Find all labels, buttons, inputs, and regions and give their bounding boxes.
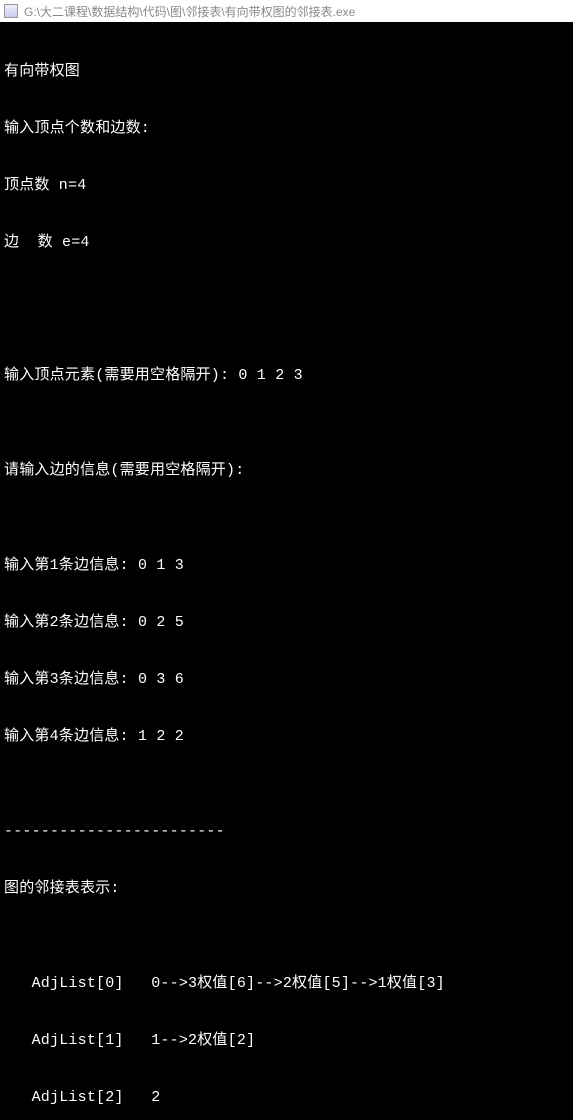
console-line: AdjList[2] 2 — [4, 1088, 573, 1107]
console-line: 请输入边的信息(需要用空格隔开): — [4, 461, 573, 480]
console-line: AdjList[1] 1-->2权值[2] — [4, 1031, 573, 1050]
console-line: 顶点数 n=4 — [4, 176, 573, 195]
console-line: 输入第2条边信息: 0 2 5 — [4, 613, 573, 632]
window-titlebar: G:\大二课程\数据结构\代码\图\邻接表\有向带权图的邻接表.exe — [0, 0, 573, 22]
console-line: 输入顶点元素(需要用空格隔开): 0 1 2 3 — [4, 366, 573, 385]
console-line: ------------------------ — [4, 822, 573, 841]
console-line: 有向带权图 — [4, 62, 573, 81]
console-line: AdjList[0] 0-->3权值[6]-->2权值[5]-->1权值[3] — [4, 974, 573, 993]
console-line: 输入顶点个数和边数: — [4, 119, 573, 138]
console-line: 输入第4条边信息: 1 2 2 — [4, 727, 573, 746]
console-line: 图的邻接表表示: — [4, 879, 573, 898]
console-line: 输入第3条边信息: 0 3 6 — [4, 670, 573, 689]
console-line: 边 数 e=4 — [4, 233, 573, 252]
window-title: G:\大二课程\数据结构\代码\图\邻接表\有向带权图的邻接表.exe — [24, 3, 355, 20]
app-icon — [4, 4, 18, 18]
console-output: 有向带权图 输入顶点个数和边数: 顶点数 n=4 边 数 e=4 输入顶点元素(… — [0, 22, 573, 560]
console-line: 输入第1条边信息: 0 1 3 — [4, 556, 573, 575]
